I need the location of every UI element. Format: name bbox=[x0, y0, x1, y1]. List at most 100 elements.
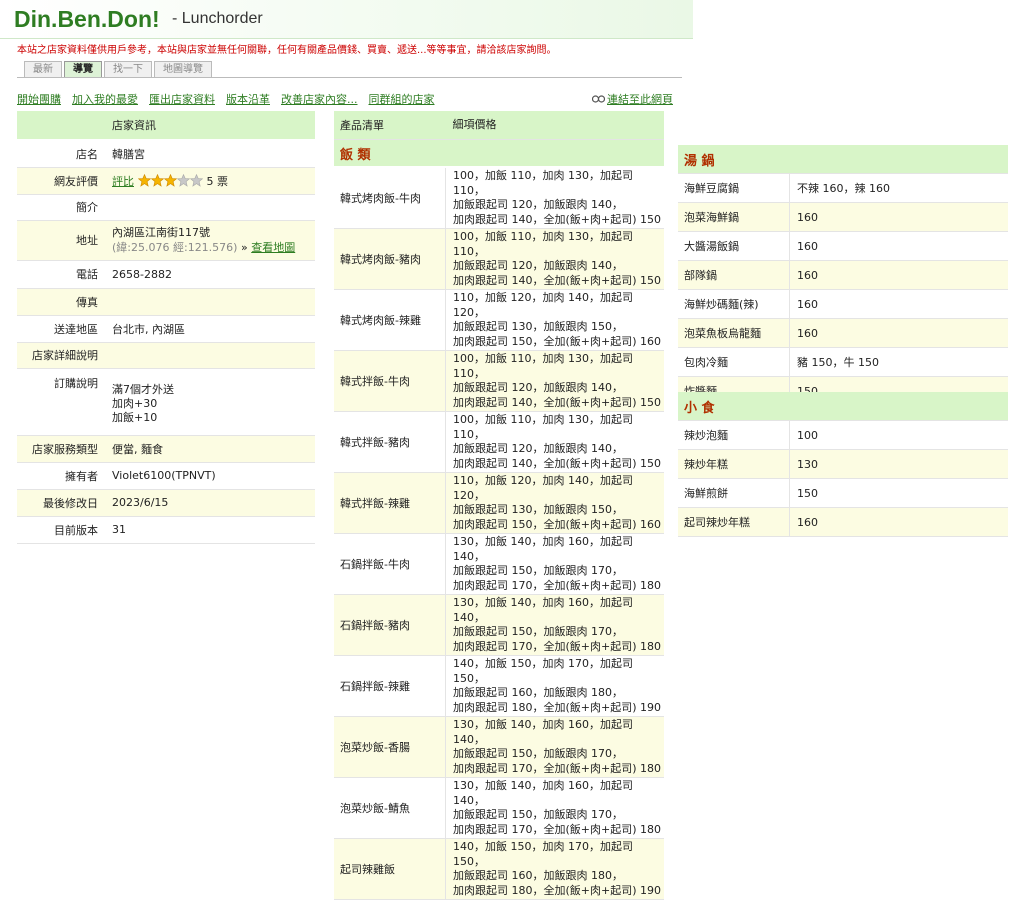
view-map-link[interactable]: 查看地圖 bbox=[251, 241, 295, 254]
price-line: 100，加飯 110，加肉 130，加起司 110， bbox=[453, 230, 633, 258]
menu-row[interactable]: 起司辣炒年糕 160 bbox=[678, 507, 1008, 537]
shop-detail bbox=[104, 342, 315, 369]
price-line: 加飯跟起司 120，加飯跟肉 140， bbox=[453, 198, 623, 211]
improve-content-link[interactable]: 改善店家內容... bbox=[281, 93, 358, 106]
product-row[interactable]: 石鍋拌飯-辣雞 140，加飯 150，加肉 170，加起司 150， 加飯跟起司 1… bbox=[334, 655, 664, 717]
same-group-shops-link[interactable]: 同群組的店家 bbox=[369, 93, 435, 106]
product-row[interactable]: 韓式烤肉飯-辣雞 110，加飯 120，加肉 140，加起司 120， 加飯跟起司 … bbox=[334, 289, 664, 351]
menu-item-name: 海鮮豆腐鍋 bbox=[678, 173, 790, 203]
start-group-order-link[interactable]: 開始團購 bbox=[17, 93, 61, 106]
menu-row[interactable]: 海鮮豆腐鍋 不辣 160，辣 160 bbox=[678, 173, 1008, 203]
menu-row[interactable]: 部隊鍋 160 bbox=[678, 260, 1008, 290]
export-shop-link[interactable]: 匯出店家資料 bbox=[149, 93, 215, 106]
product-row[interactable]: 起司辣雞飯 140，加飯 150，加肉 170，加起司 150， 加飯跟起司 160… bbox=[334, 838, 664, 900]
menu-row[interactable]: 海鮮炒碼麵(辣) 160 bbox=[678, 289, 1008, 319]
menu-item-name: 泡菜魚板烏龍麵 bbox=[678, 318, 790, 348]
tab-map-guide[interactable]: 地圖導覽 bbox=[154, 61, 212, 77]
product-row[interactable]: 泡菜炒飯-鯖魚 130，加飯 140，加肉 160，加起司 140， 加飯跟起司 1… bbox=[334, 777, 664, 839]
shop-fax bbox=[104, 288, 315, 316]
menu-item-price: 130 bbox=[789, 449, 1008, 479]
category-soup: 湯 鍋 bbox=[678, 145, 1008, 174]
menu-row[interactable]: 泡菜海鮮鍋 160 bbox=[678, 202, 1008, 232]
service-label: 店家服務類型 bbox=[17, 435, 104, 463]
product-name: 韓式烤肉飯-辣雞 bbox=[334, 289, 446, 351]
price-line: 加飯跟起司 160，加飯跟肉 180， bbox=[453, 686, 623, 699]
menu-item-price: 160 bbox=[789, 260, 1008, 290]
product-name: 韓式拌飯-豬肉 bbox=[334, 411, 446, 473]
price-line: 加飯跟起司 130，加飯跟肉 150， bbox=[453, 503, 623, 516]
product-name: 韓式拌飯-牛肉 bbox=[334, 350, 446, 412]
menu-row[interactable]: 海鮮煎餅 150 bbox=[678, 478, 1008, 508]
menu-row[interactable]: 辣炒泡麵 100 bbox=[678, 420, 1008, 450]
star-empty-icon[interactable] bbox=[177, 174, 190, 187]
product-name: 石鍋拌飯-牛肉 bbox=[334, 533, 446, 595]
menu-item-price: 160 bbox=[789, 231, 1008, 261]
menu-item-price: 160 bbox=[789, 289, 1008, 319]
price-line: 加肉跟起司 140，全加(飯+肉+起司) 150 bbox=[453, 456, 662, 470]
product-price: 130，加飯 140，加肉 160，加起司 140， 加飯跟起司 150，加飯跟肉… bbox=[445, 716, 664, 778]
tab-latest[interactable]: 最新 bbox=[24, 61, 62, 77]
product-row[interactable]: 韓式拌飯-辣雞 110，加飯 120，加肉 140，加起司 120， 加飯跟起司 1… bbox=[334, 472, 664, 534]
menu-row[interactable]: 辣炒年糕 130 bbox=[678, 449, 1008, 479]
product-row[interactable]: 韓式烤肉飯-牛肉 100，加飯 110，加肉 130，加起司 110， 加飯跟起司 … bbox=[334, 167, 664, 229]
product-row[interactable]: 韓式拌飯-豬肉 100，加飯 110，加肉 130，加起司 110， 加飯跟起司 1… bbox=[334, 411, 664, 473]
link-to-page[interactable]: 連結至此網頁 bbox=[592, 91, 673, 107]
action-bar: 開始團購 加入我的最愛 匯出店家資料 版本沿革 改善店家內容... 同群組的店家 連結至此… bbox=[17, 91, 673, 107]
menu-item-name: 海鮮煎餅 bbox=[678, 478, 790, 508]
product-name: 韓式拌飯-辣雞 bbox=[334, 472, 446, 534]
menu-item-price: 不辣 160，辣 160 bbox=[789, 173, 1008, 203]
star-filled-icon[interactable] bbox=[151, 174, 164, 187]
product-row[interactable]: 泡菜炒飯-香腸 130，加飯 140，加肉 160，加起司 140， 加飯跟起司 1… bbox=[334, 716, 664, 778]
link-to-page-label: 連結至此網頁 bbox=[607, 93, 673, 106]
menu-item-price: 150 bbox=[789, 478, 1008, 508]
tab-search[interactable]: 找一下 bbox=[104, 61, 152, 77]
menu-row[interactable]: 大醬湯飯鍋 160 bbox=[678, 231, 1008, 261]
price-line: 加肉跟起司 180，全加(飯+肉+起司) 190 bbox=[453, 700, 662, 714]
price-line: 加肉跟起司 180，全加(飯+肉+起司) 190 bbox=[453, 883, 662, 897]
add-favorite-link[interactable]: 加入我的最愛 bbox=[72, 93, 138, 106]
delivery-area: 台北市, 內湖區 bbox=[104, 315, 315, 343]
product-row[interactable]: 韓式拌飯-牛肉 100，加飯 110，加肉 130，加起司 110， 加飯跟起司 1… bbox=[334, 350, 664, 412]
tab-guide[interactable]: 導覽 bbox=[64, 61, 102, 77]
product-row[interactable]: 韓式烤肉飯-豬肉 100，加飯 110，加肉 130，加起司 110， 加飯跟起司 … bbox=[334, 228, 664, 290]
version-history-link[interactable]: 版本沿革 bbox=[226, 93, 270, 106]
star-filled-icon[interactable] bbox=[138, 174, 151, 187]
star-empty-icon[interactable] bbox=[190, 174, 203, 187]
price-line: 加飯跟起司 160，加飯跟肉 180， bbox=[453, 869, 623, 882]
price-detail-header: 細項價格 bbox=[445, 111, 664, 140]
product-row[interactable]: 石鍋拌飯-牛肉 130，加飯 140，加肉 160，加起司 140， 加飯跟起司 1… bbox=[334, 533, 664, 595]
rating-stars[interactable] bbox=[138, 172, 203, 188]
menu-item-price: 160 bbox=[789, 318, 1008, 348]
product-price: 110，加飯 120，加肉 140，加起司 120， 加飯跟起司 130，加飯跟肉… bbox=[445, 472, 664, 534]
menu-row[interactable]: 泡菜魚板烏龍麵 160 bbox=[678, 318, 1008, 348]
rating-link[interactable]: 評比 bbox=[112, 175, 134, 188]
price-line: 加飯跟起司 130，加飯跟肉 150， bbox=[453, 320, 623, 333]
price-line: 加肉跟起司 140，全加(飯+肉+起司) 150 bbox=[453, 212, 662, 226]
price-line: 加肉跟起司 170，全加(飯+肉+起司) 180 bbox=[453, 822, 662, 836]
nav-tabs: 最新 導覽 找一下 地圖導覽 bbox=[24, 61, 214, 78]
menu-row[interactable]: 包肉冷麵豬 150，牛 150 bbox=[678, 347, 1008, 377]
category-snacks: 小 食 bbox=[678, 392, 1008, 421]
shop-info-table: 店家資訊 店名 韓膳宮 網友評價 評比 5 票 簡介 地址 內湖區江南街117號 … bbox=[17, 111, 315, 544]
price-line: 加飯跟起司 150，加飯跟肉 170， bbox=[453, 808, 623, 821]
order-note: 加肉+30 bbox=[112, 397, 158, 410]
star-filled-icon[interactable] bbox=[164, 174, 177, 187]
product-price: 130，加飯 140，加肉 160，加起司 140， 加飯跟起司 150，加飯跟肉… bbox=[445, 777, 664, 839]
product-name: 泡菜炒飯-香腸 bbox=[334, 716, 446, 778]
price-line: 130，加飯 140，加肉 160，加起司 140， bbox=[453, 535, 633, 563]
product-price: 100，加飯 110，加肉 130，加起司 110， 加飯跟起司 120，加飯跟肉… bbox=[445, 411, 664, 473]
price-line: 100，加飯 110，加肉 130，加起司 110， bbox=[453, 352, 633, 380]
current-version: 31 bbox=[104, 516, 315, 544]
menu-item-name: 包肉冷麵 bbox=[678, 347, 790, 377]
product-name: 韓式烤肉飯-豬肉 bbox=[334, 228, 446, 290]
product-row[interactable]: 石鍋拌飯-豬肉 130，加飯 140，加肉 160，加起司 140， 加飯跟起司 1… bbox=[334, 594, 664, 656]
price-line: 加肉跟起司 170，全加(飯+肉+起司) 180 bbox=[453, 639, 662, 653]
price-line: 加飯跟起司 150，加飯跟肉 170， bbox=[453, 625, 623, 638]
site-logo[interactable]: Din.Ben.Don! bbox=[14, 6, 160, 33]
menu-item-price: 160 bbox=[789, 507, 1008, 537]
menu-item-name: 起司辣炒年糕 bbox=[678, 507, 790, 537]
price-line: 加飯跟起司 120，加飯跟肉 140， bbox=[453, 442, 623, 455]
tab-divider bbox=[17, 77, 682, 78]
price-line: 130，加飯 140，加肉 160，加起司 140， bbox=[453, 779, 633, 807]
price-line: 加肉跟起司 170，全加(飯+肉+起司) 180 bbox=[453, 578, 662, 592]
